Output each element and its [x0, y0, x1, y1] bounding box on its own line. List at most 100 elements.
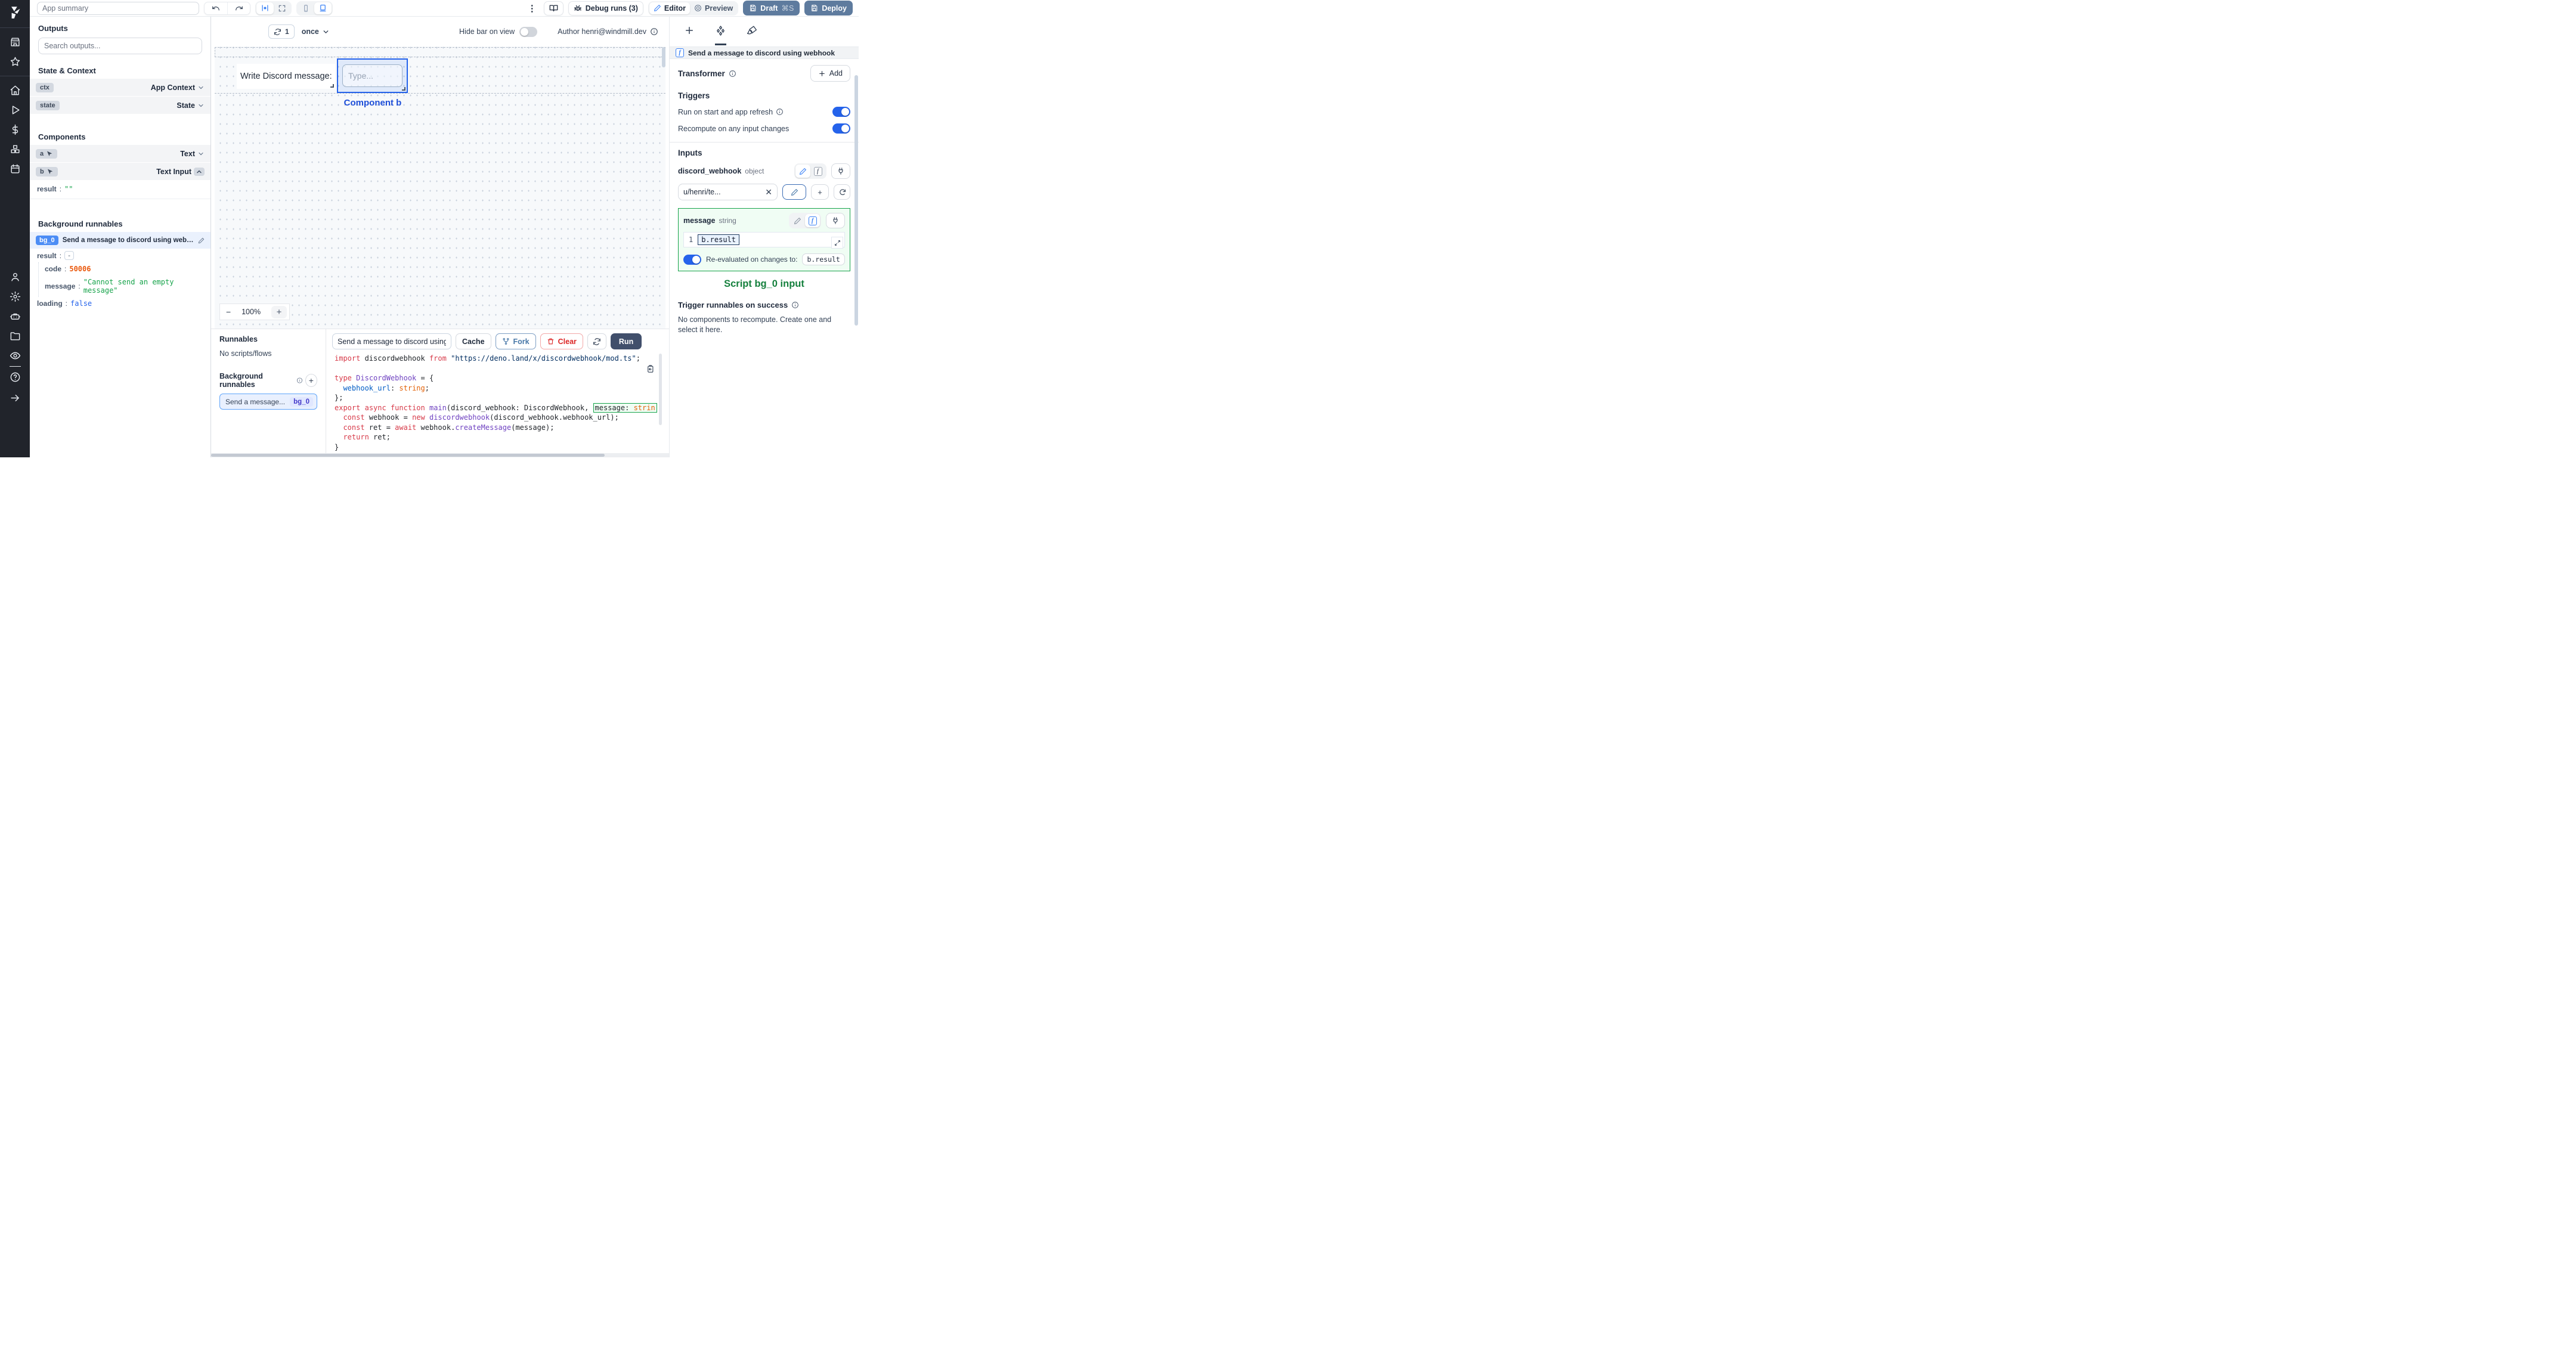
- bg0-row[interactable]: bg_0 Send a message to discord using web…: [30, 232, 210, 249]
- output-row-component-b[interactable]: b Text Input: [30, 163, 210, 181]
- hide-bar-toggle[interactable]: [519, 26, 538, 37]
- refresh-count-button[interactable]: 1: [268, 24, 295, 39]
- reeval-toggle[interactable]: [683, 254, 701, 265]
- refresh-resource-button[interactable]: [834, 184, 850, 200]
- script-name-input[interactable]: [332, 333, 451, 349]
- zoom-out-button[interactable]: −: [226, 307, 231, 317]
- plus-icon: [686, 27, 693, 34]
- edit-resource-button[interactable]: [782, 184, 806, 200]
- add-resource-button[interactable]: +: [811, 184, 829, 200]
- boxes-icon[interactable]: [10, 144, 21, 155]
- cache-button[interactable]: Cache: [456, 333, 491, 349]
- line-number: 1: [689, 236, 693, 244]
- user-icon[interactable]: [10, 271, 21, 283]
- calendar-icon[interactable]: [10, 163, 21, 175]
- copy-code-icon[interactable]: [646, 364, 655, 373]
- arrow-right-icon[interactable]: [10, 392, 21, 404]
- add-transformer-button[interactable]: Add: [810, 65, 850, 82]
- fork-button[interactable]: Fork: [495, 333, 536, 349]
- runnable-item-bg0[interactable]: Send a message... bg_0: [219, 394, 317, 410]
- collapse-toggle[interactable]: [194, 167, 205, 176]
- app-summary-input[interactable]: [37, 1, 199, 15]
- robot-icon[interactable]: [10, 311, 21, 322]
- resize-handle[interactable]: [402, 87, 405, 91]
- debug-runs-button[interactable]: Debug runs (3): [568, 1, 643, 16]
- play-icon[interactable]: [10, 104, 21, 116]
- discord-webhook-type: object: [745, 167, 764, 175]
- fullscreen-button[interactable]: [274, 2, 290, 14]
- windmill-logo[interactable]: [7, 5, 23, 20]
- rerun-button[interactable]: [587, 333, 606, 349]
- code-scrollbar[interactable]: [659, 354, 662, 425]
- resize-handle[interactable]: [330, 84, 334, 88]
- tab-styling[interactable]: [747, 25, 757, 43]
- connect-button[interactable]: [826, 213, 845, 228]
- eval-mode-button[interactable]: f: [810, 165, 825, 178]
- interval-select[interactable]: once: [302, 27, 330, 36]
- folder-icon[interactable]: [10, 330, 21, 342]
- divider: [670, 142, 859, 143]
- tab-editor[interactable]: Editor: [649, 2, 691, 14]
- center-align-button[interactable]: [256, 2, 274, 14]
- tab-preview[interactable]: Preview: [690, 2, 737, 14]
- eye-icon[interactable]: [10, 350, 21, 361]
- connect-button[interactable]: [831, 163, 850, 179]
- run-on-start-label: Run on start and app refresh: [678, 107, 773, 116]
- plus-icon: [819, 70, 825, 76]
- bg0-code-row: code: 50006: [45, 265, 91, 273]
- expression-editor[interactable]: 1 b.result: [683, 232, 845, 249]
- tab-component-settings[interactable]: [715, 25, 726, 45]
- home-icon[interactable]: [10, 85, 21, 96]
- inputs-title: Inputs: [678, 148, 702, 157]
- run-on-start-toggle[interactable]: [832, 107, 850, 117]
- output-row-state[interactable]: state State: [30, 97, 210, 114]
- resource-picker[interactable]: u/henri/te... ✕: [678, 184, 778, 200]
- more-menu-button[interactable]: ⋮: [525, 3, 539, 14]
- text-input-component[interactable]: Type...: [342, 64, 402, 87]
- edit-icon: [198, 237, 205, 243]
- recompute-toggle[interactable]: [832, 123, 850, 134]
- static-mode-button[interactable]: [790, 214, 805, 227]
- clear-button[interactable]: Clear: [540, 333, 583, 349]
- author-label: Author henri@windmill.dev: [558, 27, 646, 36]
- undo-button[interactable]: [205, 2, 227, 14]
- docs-button[interactable]: [543, 1, 564, 16]
- eval-mode-button[interactable]: f: [805, 214, 820, 227]
- code-editor[interactable]: import discordwebhook from "https://deno…: [332, 354, 663, 453]
- deploy-button[interactable]: Deploy: [804, 1, 853, 16]
- script-icon: f: [808, 216, 817, 225]
- code-toolbar: Cache Fork Clear Run: [332, 333, 663, 349]
- collapse-result-button[interactable]: -: [64, 251, 75, 260]
- horizontal-scrollbar-thumb[interactable]: [211, 454, 605, 457]
- clear-resource-icon[interactable]: ✕: [765, 187, 772, 197]
- settings-icon[interactable]: [10, 291, 21, 302]
- ctx-type: App Context: [150, 83, 195, 92]
- storefront-icon[interactable]: [10, 36, 21, 48]
- run-button[interactable]: Run: [610, 333, 642, 349]
- dollar-icon[interactable]: [10, 124, 21, 135]
- star-icon[interactable]: [10, 56, 21, 67]
- expression-value[interactable]: b.result: [698, 234, 740, 245]
- selected-component-b[interactable]: Type...: [337, 58, 408, 93]
- redo-button[interactable]: [227, 2, 250, 14]
- mobile-view-button[interactable]: [298, 2, 314, 14]
- canvas-scrollbar[interactable]: [662, 47, 665, 67]
- help-icon[interactable]: [10, 371, 21, 383]
- info-icon: [296, 377, 302, 383]
- static-mode-button[interactable]: [795, 165, 810, 178]
- output-row-component-a[interactable]: a Text: [30, 145, 210, 163]
- expand-editor-button[interactable]: [831, 237, 843, 249]
- desktop-view-button[interactable]: [314, 2, 332, 14]
- search-outputs-input[interactable]: [38, 38, 202, 54]
- components-icon: [717, 26, 724, 36]
- add-background-runnable-button[interactable]: +: [305, 374, 317, 387]
- zoom-in-button[interactable]: +: [271, 305, 287, 318]
- tab-insert-component[interactable]: [684, 25, 695, 43]
- draft-button[interactable]: Draft ⌘S: [743, 1, 800, 16]
- app-canvas[interactable]: Write Discord message: Type... Component…: [215, 47, 665, 329]
- left-rail: [0, 0, 30, 457]
- reeval-target[interactable]: b.result: [802, 253, 845, 265]
- text-component-a[interactable]: Write Discord message:: [237, 64, 335, 89]
- settings-scrollbar[interactable]: [854, 75, 858, 326]
- output-row-ctx[interactable]: ctx App Context: [30, 79, 210, 97]
